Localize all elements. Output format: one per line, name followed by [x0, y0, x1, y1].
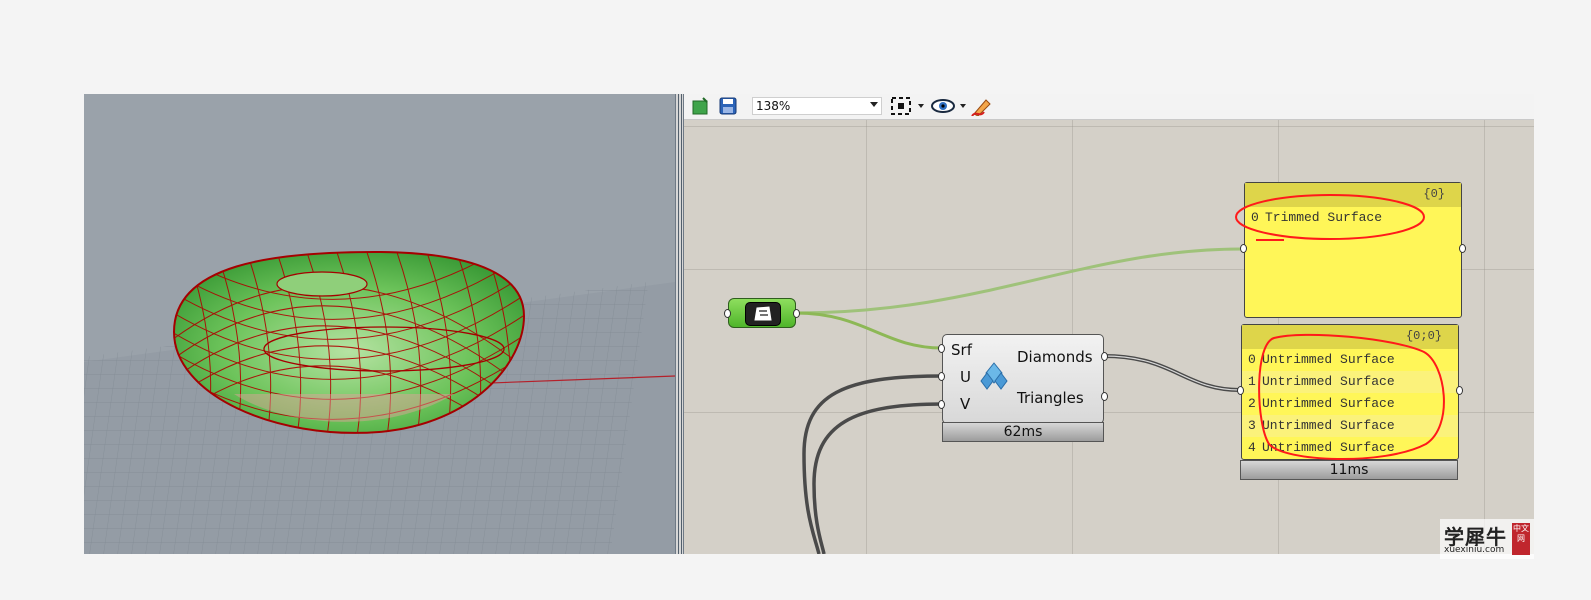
annotation-circle-untrimmed [1258, 333, 1445, 460]
viewport-scene [84, 250, 675, 554]
annotation-layer [1235, 194, 1445, 460]
watermark-logo: 学犀牛 xuexiniu.com 中文网 [1440, 519, 1534, 559]
grasshopper-canvas[interactable]: 138% Srf U V Diamonds Triangles 62ms {0}… [684, 94, 1534, 554]
app-frame: 138% Srf U V Diamonds Triangles 62ms {0}… [84, 94, 1534, 554]
rhino-viewport[interactable] [84, 94, 675, 554]
viewport-split-handle[interactable] [675, 94, 684, 554]
annotation-circle-trimmed [1235, 194, 1425, 240]
watermark-url: xuexiniu.com [1444, 545, 1505, 555]
watermark-badge: 中文网 [1512, 523, 1530, 555]
